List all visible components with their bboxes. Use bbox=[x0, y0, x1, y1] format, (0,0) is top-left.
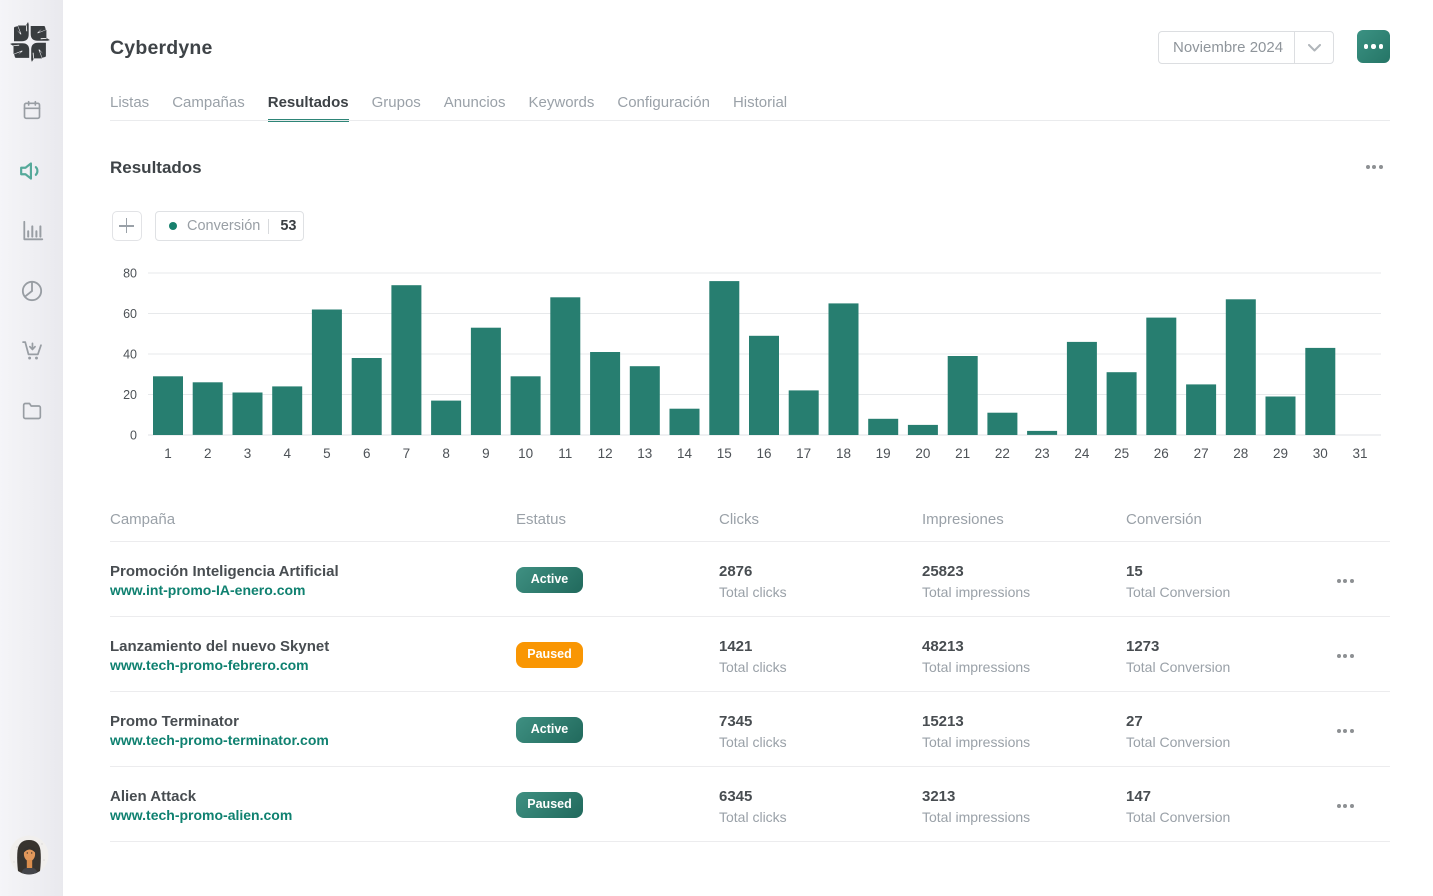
svg-text:29: 29 bbox=[1273, 446, 1288, 461]
svg-text:20: 20 bbox=[915, 446, 930, 461]
svg-text:1: 1 bbox=[164, 446, 172, 461]
svg-text:13: 13 bbox=[637, 446, 652, 461]
svg-text:30: 30 bbox=[1313, 446, 1328, 461]
svg-text:19: 19 bbox=[876, 446, 891, 461]
svg-text:15: 15 bbox=[717, 446, 732, 461]
svg-text:11: 11 bbox=[558, 446, 572, 461]
svg-text:4: 4 bbox=[283, 446, 291, 461]
svg-text:2: 2 bbox=[204, 446, 212, 461]
svg-text:21: 21 bbox=[955, 446, 970, 461]
svg-text:10: 10 bbox=[518, 446, 533, 461]
svg-text:25: 25 bbox=[1114, 446, 1129, 461]
svg-text:6: 6 bbox=[363, 446, 371, 461]
svg-text:16: 16 bbox=[756, 446, 771, 461]
svg-text:22: 22 bbox=[995, 446, 1010, 461]
svg-text:18: 18 bbox=[836, 446, 851, 461]
svg-text:8: 8 bbox=[442, 446, 450, 461]
svg-text:12: 12 bbox=[598, 446, 613, 461]
svg-text:80: 80 bbox=[123, 267, 137, 281]
svg-text:0: 0 bbox=[130, 429, 137, 443]
svg-text:7: 7 bbox=[403, 446, 411, 461]
svg-text:40: 40 bbox=[123, 348, 137, 362]
svg-text:3: 3 bbox=[244, 446, 252, 461]
svg-text:27: 27 bbox=[1194, 446, 1209, 461]
svg-text:26: 26 bbox=[1154, 446, 1169, 461]
svg-text:60: 60 bbox=[123, 307, 137, 321]
svg-text:14: 14 bbox=[677, 446, 693, 461]
svg-text:28: 28 bbox=[1233, 446, 1248, 461]
svg-text:31: 31 bbox=[1352, 446, 1367, 461]
svg-text:5: 5 bbox=[323, 446, 331, 461]
svg-text:23: 23 bbox=[1035, 446, 1050, 461]
svg-text:24: 24 bbox=[1074, 446, 1090, 461]
svg-text:17: 17 bbox=[796, 446, 811, 461]
svg-text:9: 9 bbox=[482, 446, 490, 461]
svg-text:20: 20 bbox=[123, 388, 137, 402]
